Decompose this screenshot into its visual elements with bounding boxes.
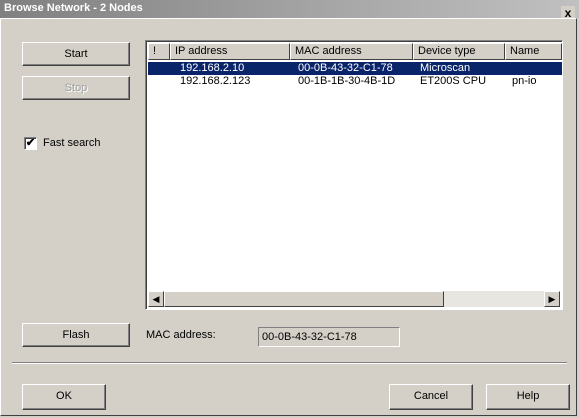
start-button[interactable]: Start (22, 42, 130, 66)
fast-search-checkbox[interactable]: ✔ (24, 137, 37, 150)
flash-button[interactable]: Flash (22, 323, 130, 347)
mac-address-label: MAC address: (146, 329, 216, 341)
horizontal-scrollbar[interactable]: ◀ ▶ (148, 291, 560, 307)
row-device-type: ET200S CPU (420, 75, 487, 87)
scroll-right-icon[interactable]: ▶ (544, 291, 560, 307)
row-name: pn-io (512, 75, 537, 87)
row-ip: 192.168.2.10 (180, 62, 245, 74)
row-device-type: Microscan (420, 62, 471, 74)
cancel-button[interactable]: Cancel (389, 384, 473, 410)
stop-button[interactable]: Stop (22, 76, 130, 100)
column-header-name[interactable]: Name (505, 43, 562, 60)
column-header-ip[interactable]: IP address (170, 43, 290, 60)
row-mac: 00-0B-43-32-C1-78 (298, 62, 393, 74)
list-item[interactable]: 192.168.2.123 00-1B-1B-30-4B-1D ET200S C… (148, 75, 562, 88)
row-mac: 00-1B-1B-30-4B-1D (298, 75, 396, 87)
column-header-device-type[interactable]: Device type (413, 43, 505, 60)
list-item[interactable]: 192.168.2.10 00-0B-43-32-C1-78 Microscan (148, 62, 562, 75)
scroll-left-icon[interactable]: ◀ (148, 291, 164, 307)
help-button[interactable]: Help (486, 384, 570, 410)
divider (12, 362, 567, 364)
fast-search-label[interactable]: Fast search (43, 137, 100, 149)
list-header: ! IP address MAC address Device type Nam… (148, 43, 562, 60)
title-bar: Browse Network - 2 Nodes (0, 0, 579, 18)
row-ip: 192.168.2.123 (180, 75, 251, 87)
column-header-mac[interactable]: MAC address (290, 43, 413, 60)
mac-address-field: 00-0B-43-32-C1-78 (258, 327, 400, 347)
column-header-status[interactable]: ! (148, 43, 170, 60)
scrollbar-thumb[interactable] (164, 291, 444, 307)
window-title: Browse Network - 2 Nodes (4, 2, 143, 14)
node-list[interactable]: ! IP address MAC address Device type Nam… (145, 40, 563, 310)
ok-button[interactable]: OK (22, 384, 106, 410)
